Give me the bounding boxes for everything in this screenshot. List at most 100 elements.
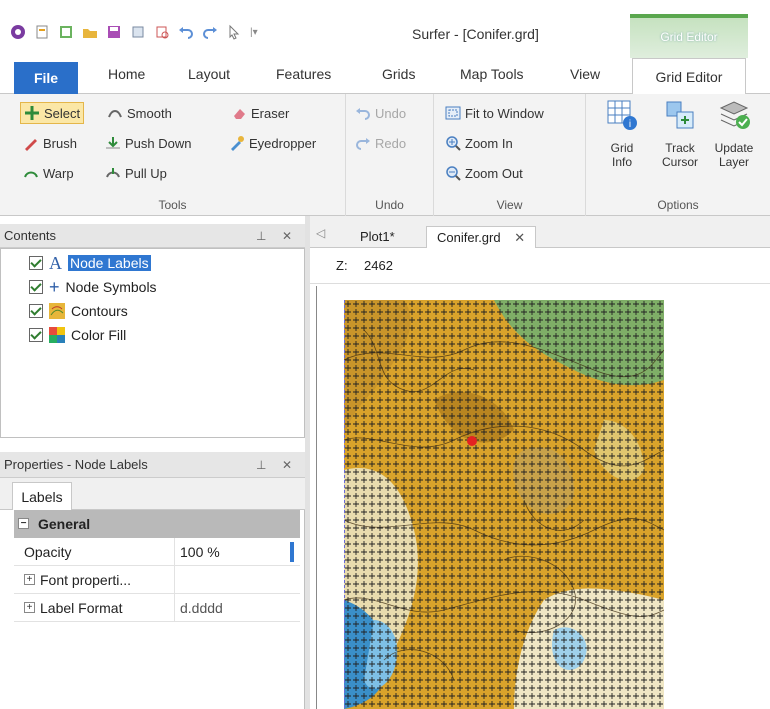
- title-bar: |▾ Surfer - [Conifer.grd] Grid Editor: [0, 0, 770, 58]
- pull-up-tool-label: Pull Up: [125, 165, 167, 181]
- select-tool-label: Select: [44, 105, 81, 121]
- tab-file[interactable]: File: [14, 62, 78, 94]
- general-section-header[interactable]: − General: [14, 510, 300, 538]
- zoom-in-button[interactable]: Zoom In: [442, 132, 516, 154]
- expand-icon[interactable]: +: [24, 574, 35, 585]
- smooth-tool-label: Smooth: [127, 105, 172, 121]
- property-row-opacity[interactable]: Opacity 100 %: [14, 538, 300, 566]
- eyedropper-tool-button[interactable]: Eyedropper: [226, 132, 319, 154]
- property-row-label-format[interactable]: + Label Format d.dddd: [14, 594, 300, 622]
- tab-scroll-left-icon[interactable]: ◁: [316, 226, 325, 240]
- tools-group-label: Tools: [158, 198, 187, 212]
- push-down-tool-button[interactable]: Push Down: [102, 132, 194, 154]
- collapse-icon[interactable]: −: [18, 518, 29, 529]
- text-icon: A: [49, 252, 62, 273]
- close-icon[interactable]: ✕: [282, 224, 292, 248]
- panel-splitter[interactable]: [305, 216, 310, 709]
- contours-checkbox[interactable]: [29, 304, 43, 318]
- property-value[interactable]: 100 %: [180, 544, 220, 560]
- eraser-tool-label: Eraser: [251, 105, 290, 121]
- pull-up-tool-button[interactable]: Pull Up: [102, 162, 170, 184]
- node-labels-checkbox[interactable]: [29, 256, 43, 270]
- node-symbols-checkbox[interactable]: [29, 280, 43, 294]
- property-key: Opacity: [24, 544, 72, 560]
- app-logo-icon[interactable]: [10, 24, 26, 40]
- push-down-icon: [106, 137, 120, 149]
- tab-grids[interactable]: Grids: [382, 66, 415, 82]
- contents-panel: A Node Labels + Node Symbols Contours Co…: [0, 248, 305, 438]
- redo-icon: [356, 138, 370, 150]
- eyedropper-tool-label: Eyedropper: [249, 135, 317, 151]
- undo-icon: [356, 108, 370, 120]
- ribbon-group-undo: Undo Redo Undo: [346, 94, 434, 216]
- tab-conifer-grd[interactable]: Conifer.grd ✕: [426, 226, 537, 249]
- quick-access-toolbar: |▾: [10, 24, 258, 40]
- contents-title: Contents: [4, 228, 57, 243]
- update-layer-button[interactable]: Update Layer: [710, 98, 758, 169]
- contents-item-node-labels[interactable]: A Node Labels: [29, 253, 151, 273]
- pull-up-icon: [106, 168, 120, 178]
- expand-icon[interactable]: +: [24, 602, 35, 613]
- smooth-tool-button[interactable]: Smooth: [104, 102, 175, 124]
- brush-tool-label: Brush: [43, 135, 77, 151]
- warp-icon: [24, 171, 38, 178]
- property-value[interactable]: d.dddd: [180, 600, 223, 616]
- pointer-icon[interactable]: [226, 24, 242, 40]
- node-labels-label: Node Labels: [68, 255, 151, 271]
- undo-arrow-icon[interactable]: [178, 24, 194, 40]
- tab-labels[interactable]: Labels: [12, 482, 72, 511]
- pin-icon[interactable]: ⊥: [256, 224, 266, 248]
- property-key: Label Format: [40, 600, 123, 616]
- undo-group-label: Undo: [375, 198, 404, 212]
- color-fill-checkbox[interactable]: [29, 328, 43, 342]
- zoom-in-label: Zoom In: [465, 135, 513, 151]
- save-icon[interactable]: [106, 24, 122, 40]
- tab-grid-editor[interactable]: Grid Editor: [632, 58, 746, 95]
- brush-tool-button[interactable]: Brush: [20, 132, 80, 154]
- undo-label: Undo: [375, 105, 407, 121]
- print-preview-icon[interactable]: [154, 24, 170, 40]
- pin-icon[interactable]: ⊥: [256, 452, 266, 478]
- print-icon[interactable]: [130, 24, 146, 40]
- eraser-tool-button[interactable]: Eraser: [228, 102, 292, 124]
- contents-item-color-fill[interactable]: Color Fill: [29, 325, 126, 345]
- redo-arrow-icon[interactable]: [202, 24, 218, 40]
- grid-info-button[interactable]: i Grid Info: [598, 98, 646, 169]
- selected-node-marker: [467, 436, 477, 446]
- zoom-out-button[interactable]: Zoom Out: [442, 162, 526, 184]
- tab-plot1[interactable]: Plot1*: [350, 226, 405, 249]
- select-tool-button[interactable]: Select: [20, 102, 85, 124]
- open-folder-icon[interactable]: [82, 24, 98, 40]
- ribbon-group-options: i Grid Info Track Cursor Update Layer Op…: [586, 94, 770, 216]
- grid-node-map[interactable]: [344, 300, 664, 709]
- contours-label: Contours: [71, 303, 128, 319]
- tab-map-tools[interactable]: Map Tools: [460, 66, 524, 82]
- close-icon[interactable]: ✕: [514, 230, 525, 245]
- properties-panel-header: Properties - Node Labels ⊥ ✕: [0, 452, 305, 478]
- close-icon[interactable]: ✕: [282, 452, 292, 478]
- tab-features[interactable]: Features: [276, 66, 331, 82]
- smooth-icon: [108, 110, 122, 118]
- context-tab-header: Grid Editor: [630, 14, 748, 58]
- qat-customize-icon[interactable]: |▾: [250, 27, 258, 38]
- tab-view[interactable]: View: [570, 66, 600, 82]
- ribbon-group-tools: Select Smooth Eraser Brush Push Down Eye…: [0, 94, 346, 216]
- property-row-font-properties[interactable]: + Font properti...: [14, 566, 300, 594]
- column-divider: [174, 594, 175, 622]
- warp-tool-button[interactable]: Warp: [20, 162, 77, 184]
- opacity-slider-handle[interactable]: [290, 542, 294, 562]
- tab-layout[interactable]: Layout: [188, 66, 230, 82]
- contents-item-node-symbols[interactable]: + Node Symbols: [29, 277, 157, 297]
- fit-to-window-button[interactable]: Fit to Window: [442, 102, 547, 124]
- push-down-tool-label: Push Down: [125, 135, 192, 151]
- node-symbols-label: Node Symbols: [65, 279, 157, 295]
- tab-conifer-grd-label: Conifer.grd: [437, 230, 501, 245]
- undo-button[interactable]: Undo: [352, 102, 409, 124]
- new-plot-icon[interactable]: [34, 24, 50, 40]
- tab-home[interactable]: Home: [108, 66, 145, 82]
- contents-item-contours[interactable]: Contours: [29, 301, 128, 321]
- redo-button[interactable]: Redo: [352, 132, 409, 154]
- options-group-label: Options: [657, 198, 699, 212]
- new-worksheet-icon[interactable]: [58, 24, 74, 40]
- track-cursor-button[interactable]: Track Cursor: [656, 98, 704, 169]
